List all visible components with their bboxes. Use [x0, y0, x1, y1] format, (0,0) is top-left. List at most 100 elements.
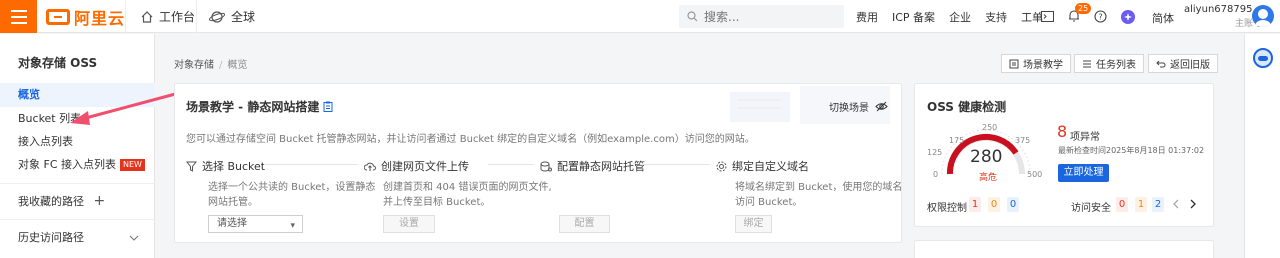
language-selector[interactable]: 简体 — [1152, 10, 1174, 26]
avatar[interactable] — [1252, 5, 1274, 27]
back-old-version-button[interactable]: 返回旧版 — [1148, 54, 1218, 73]
search-icon — [687, 11, 698, 22]
permission-low-count[interactable]: 0 — [1007, 197, 1019, 212]
sidebar-history[interactable]: 历史访问路径 — [0, 226, 155, 250]
bucket-select-value: 请选择 — [217, 218, 247, 229]
switch-scene-label: 切换场景 — [829, 103, 869, 114]
user-info[interactable]: aliyun678795... 主账号 — [1184, 4, 1262, 29]
account-role: 主账号 — [1234, 19, 1262, 29]
access-medium-count[interactable]: 1 — [1135, 197, 1147, 212]
breadcrumb-root[interactable]: 对象存储 — [174, 60, 214, 71]
set-button[interactable]: 设置 — [383, 215, 435, 233]
aliyun-logo[interactable]: 阿里云 — [46, 7, 126, 28]
step-title: 创建网页文件上传 — [381, 160, 469, 173]
link-ticket[interactable]: 工单 — [1021, 9, 1043, 25]
sidebar-title: 对象存储 OSS — [18, 56, 98, 70]
switch-scene-button[interactable]: 切换场景 — [829, 99, 888, 114]
workbench-label: 工作台 — [159, 10, 196, 24]
ai-assistant-icon[interactable] — [1121, 9, 1135, 24]
server-icon — [540, 161, 552, 171]
sidebar-item-label: 对象 FC 接入点列表 — [18, 158, 117, 171]
logo-text: 阿里云 — [74, 9, 126, 28]
risk-level-label: 高危 — [979, 173, 998, 183]
handle-now-button[interactable]: 立即处理 — [1058, 164, 1109, 182]
task-list-button[interactable]: 任务列表 — [1074, 54, 1144, 73]
document-icon[interactable] — [323, 101, 333, 112]
chevron-left-icon[interactable] — [1172, 199, 1180, 209]
divider — [196, 0, 197, 33]
search-box[interactable] — [679, 5, 844, 28]
step-description-line: 创建首页和 404 错误页面的网页文件, — [383, 182, 552, 193]
eye-hidden-icon — [875, 101, 888, 112]
permission-medium-count[interactable]: 0 — [988, 197, 1000, 212]
workbench-button[interactable]: 工作台 — [141, 0, 195, 33]
svg-text:?: ? — [1098, 13, 1102, 22]
sidebar: 对象存储 OSS 概览 Bucket 列表 接入点列表 对象 FC 接入点列表 N… — [0, 34, 155, 258]
step-bind-domain: 绑定自定义域名 — [716, 158, 809, 174]
step-connector — [640, 164, 710, 165]
chevron-right-icon[interactable] — [1189, 199, 1197, 209]
sidebar-item-access-points[interactable]: 接入点列表 — [0, 130, 155, 154]
back-old-version-label: 返回旧版 — [1170, 60, 1210, 71]
top-navigation-bar: 阿里云 工作台 全球 费用 ICP 备案 企业 支持 工单 25 ? 简体 al… — [0, 0, 1280, 33]
search-input[interactable] — [704, 9, 824, 24]
sidebar-item-label: 概览 — [18, 88, 40, 101]
step-description-line: 选择一个公共读的 Bucket，设置静态 — [208, 182, 376, 193]
health-card-title: OSS 健康检测 — [927, 100, 1007, 114]
assistant-robot-icon[interactable] — [1253, 48, 1273, 68]
access-security-label: 访问安全 — [1071, 203, 1111, 214]
sidebar-favorites[interactable]: 我收藏的路径 + — [0, 189, 155, 213]
gear-icon — [716, 161, 727, 171]
step-description-line: 网站托管。 — [208, 197, 258, 208]
sidebar-item-label: 接入点列表 — [18, 135, 73, 148]
anomaly-label: 项异常 — [1070, 132, 1100, 143]
scene-card-title: 场景教学 - 静态网站搭建 — [186, 98, 333, 115]
username: aliyun678795... — [1184, 4, 1262, 15]
hamburger-menu-icon[interactable] — [0, 0, 37, 33]
step-upload-files: 创建网页文件上传 — [364, 158, 469, 174]
step-title: 配置静态网站托管 — [557, 160, 645, 173]
funnel-icon — [186, 161, 197, 172]
return-icon — [1156, 60, 1166, 67]
access-low-count[interactable]: 2 — [1152, 197, 1164, 212]
list-icon — [1083, 60, 1091, 67]
home-icon — [141, 10, 153, 23]
link-enterprise[interactable]: 企业 — [949, 9, 971, 25]
add-icon[interactable]: + — [94, 193, 106, 209]
step-description: 将域名绑定到 Bucket，使用您的域名 访问 Bucket。 — [735, 180, 902, 210]
link-support[interactable]: 支持 — [985, 9, 1007, 25]
top-links: 费用 ICP 备案 企业 支持 工单 — [856, 0, 1057, 33]
terminal-icon[interactable] — [1041, 11, 1054, 22]
gauge-tick: 500 — [1027, 170, 1043, 179]
region-selector[interactable]: 全球 — [209, 0, 255, 33]
step-description-line: 将域名绑定到 Bucket，使用您的域名 — [735, 182, 903, 193]
step-configure-hosting: 配置静态网站托管 — [540, 158, 645, 174]
step-select-bucket: 选择 Bucket — [186, 158, 265, 174]
lower-card — [914, 240, 1214, 258]
cloud-upload-icon — [364, 162, 376, 171]
health-score-value: 280 — [970, 147, 1003, 167]
gauge-tick: 375 — [1015, 136, 1031, 145]
gauge-tick: 175 — [949, 136, 965, 145]
region-label: 全球 — [231, 10, 256, 24]
scene-teaching-button[interactable]: 场景教学 — [1001, 54, 1071, 73]
link-billing[interactable]: 费用 — [856, 9, 878, 25]
new-badge: NEW — [120, 159, 145, 171]
bind-button[interactable]: 绑定 — [735, 215, 772, 233]
scene-card-title-text: 场景教学 - 静态网站搭建 — [186, 100, 320, 114]
link-icp[interactable]: ICP 备案 — [892, 9, 935, 25]
permission-high-count[interactable]: 1 — [969, 197, 981, 212]
divider — [0, 219, 155, 220]
bucket-select[interactable]: 请选择 ▾ — [208, 215, 303, 233]
sidebar-item-fc-access-points[interactable]: 对象 FC 接入点列表 NEW — [0, 153, 155, 177]
notification-button[interactable]: 25 — [1068, 2, 1092, 25]
step-description-line: 访问 Bucket。 — [735, 197, 803, 208]
scene-card-description: 您可以通过存储空间 Bucket 托管静态网站，并让访问者通过 Bucket 绑… — [186, 134, 755, 145]
right-rail — [1244, 34, 1280, 258]
configure-button[interactable]: 配置 — [559, 215, 610, 233]
access-high-count[interactable]: 0 — [1116, 197, 1128, 212]
divider — [0, 183, 155, 184]
step-title: 选择 Bucket — [202, 160, 266, 173]
help-icon[interactable]: ? — [1094, 10, 1107, 23]
gauge-tick: 0 — [933, 170, 939, 179]
